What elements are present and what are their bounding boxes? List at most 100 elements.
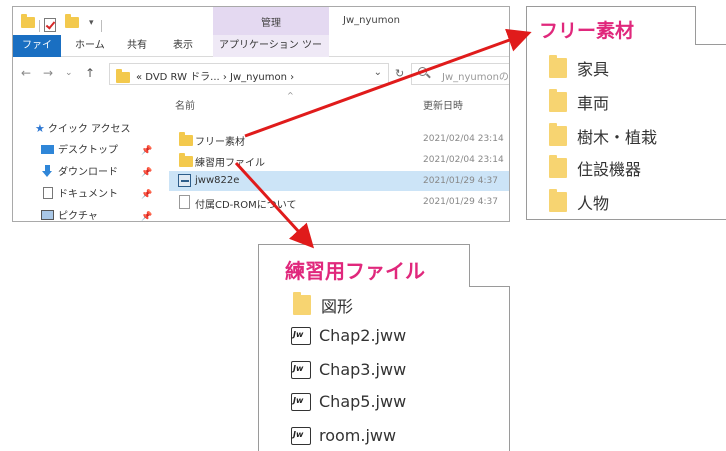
file-row-cdrom-readme[interactable]: 付属CD-ROMについて 2021/01/29 4:37 — [169, 192, 509, 212]
nav-item-downloads[interactable]: ダウンロード — [41, 163, 118, 183]
nav-label: ピクチャ — [58, 211, 98, 222]
download-icon — [41, 165, 54, 177]
jww-icon-text: Jw — [293, 396, 304, 405]
file-name: フリー素材 — [195, 137, 245, 148]
folder-icon — [179, 153, 193, 167]
chevron-down-icon[interactable]: ⌄ — [374, 67, 382, 78]
column-header-name[interactable]: 名前 — [175, 97, 195, 112]
pin-icon[interactable]: 📌 — [141, 190, 152, 200]
file-name: 練習用ファイル — [195, 158, 265, 169]
context-tab-label: 管理 — [261, 18, 281, 29]
sort-caret-icon: ^ — [287, 91, 294, 100]
jww-icon-text: Jw — [293, 430, 304, 439]
window-title: Jw_nyumon — [343, 15, 400, 26]
jww-icon-text: Jw — [293, 364, 304, 373]
address-bar[interactable]: « DVD RW ドラ... › Jw_nyumon › ⌄ — [109, 63, 389, 85]
address-row: ← → ⌄ ↑ « DVD RW ドラ... › Jw_nyumon › ⌄ ↻… — [13, 57, 509, 91]
free-assets-tab: フリー素材 — [526, 6, 696, 45]
ribbon-tabs: ファイル ホーム 共有 表示 アプリケーション ツール — [13, 35, 509, 73]
file-label: room.jww — [319, 426, 397, 445]
customize-dropdown-icon[interactable]: ▾ — [89, 18, 94, 28]
practice-files-panel: 図形 Jw Chap2.jww Jw Chap3.jww Jw Chap5.jw… — [258, 286, 510, 451]
search-placeholder: Jw_nyumonの — [442, 72, 509, 83]
file-label: Chap5.jww — [319, 392, 407, 411]
folder-icon — [549, 155, 567, 178]
jww-file-icon: Jw — [291, 393, 311, 411]
nav-item-documents[interactable]: ドキュメント — [43, 185, 118, 205]
pin-icon[interactable]: 📌 — [141, 168, 152, 178]
file-label: Chap3.jww — [319, 360, 407, 379]
jww-file-icon: Jw — [291, 361, 311, 379]
folder-icon — [179, 132, 193, 146]
file-date: 2021/01/29 4:37 — [423, 197, 498, 207]
title-bar: ▾ 管理 Jw_nyumon — [13, 7, 509, 35]
panel-title: フリー素材 — [539, 20, 635, 42]
jww-file-icon: Jw — [291, 427, 311, 445]
divider — [39, 20, 40, 32]
nav-label: クイック アクセス — [47, 124, 131, 135]
file-date: 2021/02/04 23:14 — [423, 155, 504, 165]
file-row-free-assets[interactable]: フリー素材 2021/02/04 23:14 — [169, 129, 509, 149]
folder-label: 家具 — [577, 60, 610, 79]
application-icon — [178, 174, 191, 187]
search-icon — [418, 67, 427, 76]
nav-item-desktop[interactable]: デスクトップ — [41, 141, 118, 161]
tab-home[interactable]: ホーム — [69, 35, 111, 57]
document-icon — [43, 187, 53, 199]
folder-icon — [116, 69, 130, 83]
pin-icon[interactable]: 📌 — [141, 212, 152, 221]
recent-dropdown-icon[interactable]: ⌄ — [65, 68, 73, 78]
text-file-icon — [179, 195, 190, 209]
folder-icon — [549, 89, 567, 112]
file-explorer-window: ▾ 管理 Jw_nyumon ファイル ホーム 共有 表示 アプリケーション ツ… — [12, 6, 510, 222]
file-date: 2021/01/29 4:37 — [423, 176, 498, 186]
folder-icon — [549, 123, 567, 146]
breadcrumb[interactable]: « DVD RW ドラ... › Jw_nyumon › — [136, 68, 294, 83]
forward-arrow-icon[interactable]: → — [43, 66, 53, 80]
up-arrow-icon[interactable]: ↑ — [85, 66, 95, 80]
tab-application-tools[interactable]: アプリケーション ツール — [213, 35, 329, 73]
tab-view[interactable]: 表示 — [167, 35, 199, 57]
folder-icon — [549, 189, 567, 212]
tab-share[interactable]: 共有 — [121, 35, 153, 57]
desktop-icon — [41, 145, 54, 154]
refresh-icon[interactable]: ↻ — [395, 67, 404, 80]
file-row-practice-files[interactable]: 練習用ファイル 2021/02/04 23:14 — [169, 150, 509, 170]
folder-label: 車両 — [577, 94, 610, 113]
back-arrow-icon[interactable]: ← — [21, 66, 31, 80]
folder-label: 人物 — [577, 194, 610, 213]
divider — [101, 20, 102, 32]
panel-title: 練習用ファイル — [285, 259, 425, 283]
folder-label: 図形 — [321, 297, 354, 316]
file-list: ^ 名前 更新日時 フリー素材 2021/02/04 23:14 練習用ファイル… — [163, 91, 509, 221]
column-header-date[interactable]: 更新日時 — [423, 97, 463, 112]
file-date: 2021/02/04 23:14 — [423, 134, 504, 144]
file-name: 付属CD-ROMについて — [195, 200, 297, 211]
navigation-pane: ★ クイック アクセス デスクトップ 📌 ダウンロード 📌 ドキュメント 📌 ピク… — [13, 91, 163, 222]
context-tab-manage[interactable]: 管理 — [213, 7, 329, 35]
practice-files-tab: 練習用ファイル — [258, 244, 470, 287]
tab-file[interactable]: ファイル — [13, 35, 61, 73]
jww-icon-text: Jw — [293, 330, 304, 339]
search-input[interactable]: Jw_nyumonの — [411, 63, 509, 85]
nav-label: ドキュメント — [58, 189, 118, 200]
free-assets-panel: 家具 車両 樹木・植栽 住設機器 人物 — [526, 44, 726, 220]
folder-icon[interactable] — [21, 14, 35, 28]
pin-icon[interactable]: 📌 — [141, 146, 152, 156]
nav-label: デスクトップ — [58, 145, 118, 156]
file-label: Chap2.jww — [319, 326, 407, 345]
nav-label: ダウンロード — [58, 167, 118, 178]
folder-label: 住設機器 — [577, 160, 642, 179]
nav-quick-access[interactable]: ★ クイック アクセス — [35, 119, 131, 139]
folder-label: 樹木・植栽 — [577, 128, 658, 147]
folder-icon — [293, 292, 311, 315]
new-folder-icon[interactable] — [65, 14, 79, 28]
file-name: jww822e — [195, 175, 240, 186]
star-icon: ★ — [35, 122, 45, 135]
properties-icon[interactable] — [44, 18, 56, 32]
file-row-jww822e[interactable]: jww822e 2021/01/29 4:37 — [169, 171, 509, 191]
nav-item-pictures[interactable]: ピクチャ — [41, 207, 98, 222]
pictures-icon — [41, 210, 54, 220]
folder-icon — [549, 55, 567, 78]
jww-file-icon: Jw — [291, 327, 311, 345]
